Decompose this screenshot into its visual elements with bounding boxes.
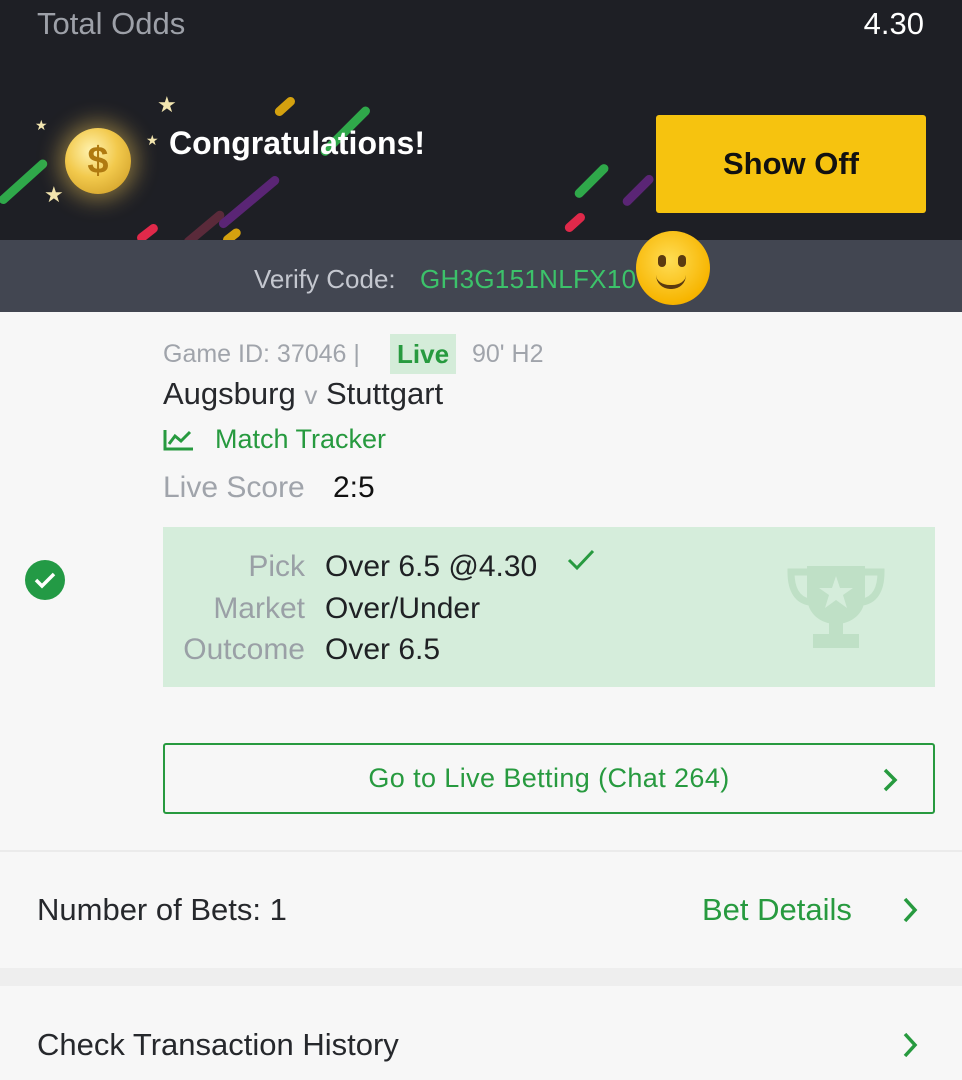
live-badge: Live	[390, 334, 457, 374]
outcome-value: Over 6.5	[325, 633, 441, 666]
chevron-right-icon[interactable]	[901, 1031, 919, 1059]
transaction-history-label[interactable]: Check Transaction History	[37, 1027, 399, 1063]
total-odds-value: 4.30	[863, 6, 924, 41]
pick-check-icon	[567, 549, 595, 571]
chevron-right-icon[interactable]	[901, 896, 919, 924]
sparkle-icon: ★	[146, 132, 159, 148]
confetti-streak	[135, 222, 160, 240]
verify-code-bar: Verify Code: GH3G151NLFX10	[0, 240, 962, 312]
sparkle-icon: ★	[35, 117, 48, 133]
live-betting-label: Go to Live Betting (Chat 264)	[368, 763, 730, 793]
home-team: Augsburg	[163, 376, 296, 411]
live-betting-button[interactable]: Go to Live Betting (Chat 264)	[163, 743, 935, 814]
sparkle-icon: ★	[157, 92, 177, 117]
sparkle-icon: ★	[44, 182, 64, 207]
confetti-streak	[272, 95, 297, 118]
market-label: Market	[213, 592, 305, 625]
confetti-streak	[620, 173, 656, 208]
chevron-right-icon	[883, 768, 898, 792]
win-banner: Total Odds 4.30 ★ ★ ★ ★ $ Congratulation…	[0, 0, 962, 240]
match-tracker-icon	[163, 429, 193, 450]
match-tracker-link[interactable]: Match Tracker	[163, 424, 386, 455]
bet-details-link[interactable]: Bet Details	[702, 892, 852, 928]
confetti-streak	[572, 162, 611, 200]
congratulations-text: Congratulations!	[169, 125, 425, 161]
confetti-streak	[0, 157, 50, 206]
live-score-label: Live Score	[163, 471, 305, 504]
trophy-icon	[787, 566, 885, 648]
pick-label: Pick	[248, 550, 305, 583]
versus-label: v	[304, 380, 318, 410]
confetti-streak	[221, 226, 243, 240]
game-id: Game ID: 37046 |	[163, 340, 360, 368]
market-value: Over/Under	[325, 592, 481, 625]
coin-icon: $	[65, 128, 131, 194]
confetti-streak	[562, 211, 587, 234]
pick-value: Over 6.5 @4.30	[325, 550, 538, 583]
game-time: 90' H2	[472, 340, 544, 368]
confetti-streak	[217, 174, 282, 230]
verify-code-value[interactable]: GH3G151NLFX10	[420, 264, 636, 295]
outcome-label: Outcome	[183, 633, 305, 666]
number-of-bets: Number of Bets: 1	[37, 892, 287, 927]
total-odds-label: Total Odds	[37, 6, 186, 41]
live-score-value: 2:5	[333, 471, 375, 504]
won-check-icon	[25, 560, 65, 600]
show-off-button[interactable]: Show Off	[656, 115, 926, 213]
away-team: Stuttgart	[325, 376, 444, 411]
match-teams: Augsburg v Stuttgart	[163, 376, 443, 412]
section-gap	[0, 968, 962, 986]
verify-code-label: Verify Code:	[254, 264, 396, 294]
melting-face-emoji	[636, 231, 710, 305]
match-tracker-label: Match Tracker	[215, 424, 387, 454]
